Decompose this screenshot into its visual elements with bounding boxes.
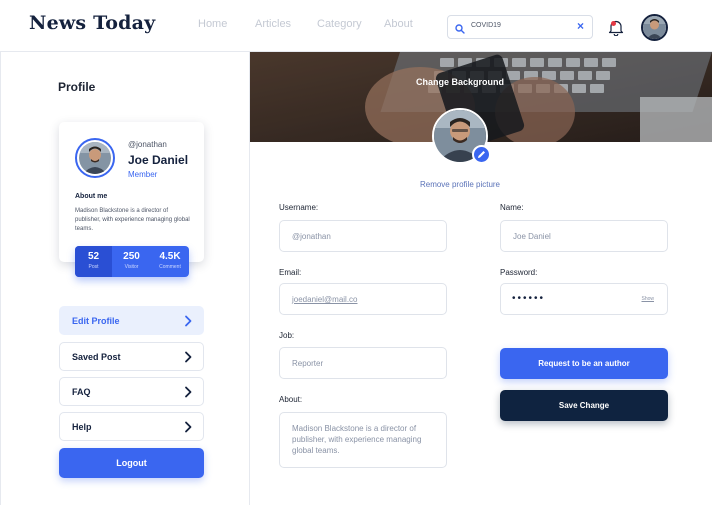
stat-label: Post [88, 264, 99, 270]
logout-button[interactable]: Logout [59, 448, 204, 478]
remove-profile-picture-link[interactable]: Remove profile picture [390, 180, 530, 189]
username-field[interactable]: @jonathan [279, 220, 447, 252]
email-label: Email: [279, 268, 302, 277]
job-field[interactable]: Reporter [279, 347, 447, 379]
stat-post: 52 Post [75, 246, 112, 277]
stat-value: 250 [123, 251, 140, 262]
show-password-link[interactable]: Show [641, 296, 654, 302]
search-icon [455, 21, 465, 39]
about-label: About: [279, 395, 303, 404]
stat-label: Visitor [124, 264, 139, 270]
sidebar-title: Profile [58, 80, 96, 94]
sidebar: Profile @jonathan Joe Daniel Member Abou… [0, 52, 250, 505]
avatar [75, 138, 115, 178]
stat-value: 4.5K [159, 251, 181, 262]
stat-value: 52 [87, 251, 100, 262]
profile-role: Member [128, 170, 158, 179]
password-label: Password: [500, 268, 538, 277]
about-title: About me [75, 193, 108, 200]
email-field[interactable]: joedaniel@mail.co [279, 283, 447, 315]
stat-label: Comment [159, 264, 181, 270]
brand-logo[interactable]: News Today [29, 12, 155, 34]
username-value: @jonathan [292, 232, 331, 241]
sidebar-item-label: Edit Profile [72, 316, 120, 326]
change-background-label[interactable]: Change Background [250, 77, 670, 87]
nav-category[interactable]: Category [317, 18, 362, 30]
sidebar-item-label: Saved Post [72, 352, 121, 362]
profile-name: Joe Daniel [128, 153, 189, 167]
top-header: News Today Home Articles Category About … [0, 0, 712, 52]
nav-about[interactable]: About [384, 18, 413, 30]
profile-card: @jonathan Joe Daniel Member About me Mad… [59, 122, 204, 262]
profile-handle: @jonathan [128, 140, 167, 149]
chevron-right-icon [184, 350, 192, 368]
about-text: Madison Blackstone is a director of publ… [75, 208, 190, 232]
password-value: •••••• [512, 293, 546, 304]
stat-comment: 4.5K Comment [151, 246, 189, 277]
job-value: Reporter [292, 359, 324, 368]
sidebar-item-saved-post[interactable]: Saved Post [59, 342, 204, 371]
pencil-icon[interactable] [472, 145, 491, 164]
save-change-button[interactable]: Save Change [500, 390, 668, 421]
email-value: joedaniel@mail.co [292, 295, 358, 304]
nav-home[interactable]: Home [198, 18, 227, 30]
search-input[interactable] [471, 22, 571, 29]
sidebar-item-faq[interactable]: FAQ [59, 377, 204, 406]
close-icon[interactable]: × [577, 19, 584, 33]
sidebar-item-edit-profile[interactable]: Edit Profile [59, 306, 204, 335]
name-value: Joe Daniel [513, 232, 551, 241]
chevron-right-icon [184, 420, 192, 438]
password-field[interactable]: •••••• Show [500, 283, 668, 315]
stats-bar: 52 Post 250 Visitor 4.5K Comment [75, 246, 189, 277]
name-label: Name: [500, 203, 524, 212]
avatar[interactable] [641, 14, 668, 41]
request-author-button[interactable]: Request to be an author [500, 348, 668, 379]
search-bar[interactable]: × [447, 15, 593, 39]
notification-dot [611, 21, 616, 26]
sidebar-item-label: Help [72, 422, 92, 432]
stat-visitor: 250 Visitor [112, 246, 151, 277]
sidebar-item-label: FAQ [72, 387, 91, 397]
nav-articles[interactable]: Articles [255, 18, 291, 30]
name-field[interactable]: Joe Daniel [500, 220, 668, 252]
chevron-right-icon [184, 385, 192, 403]
job-label: Job: [279, 331, 295, 340]
chevron-right-icon [184, 314, 192, 332]
about-value: Madison Blackstone is a director of publ… [292, 424, 422, 455]
sidebar-item-help[interactable]: Help [59, 412, 204, 441]
username-label: Username: [279, 203, 319, 212]
about-field[interactable]: Madison Blackstone is a director of publ… [279, 412, 447, 468]
